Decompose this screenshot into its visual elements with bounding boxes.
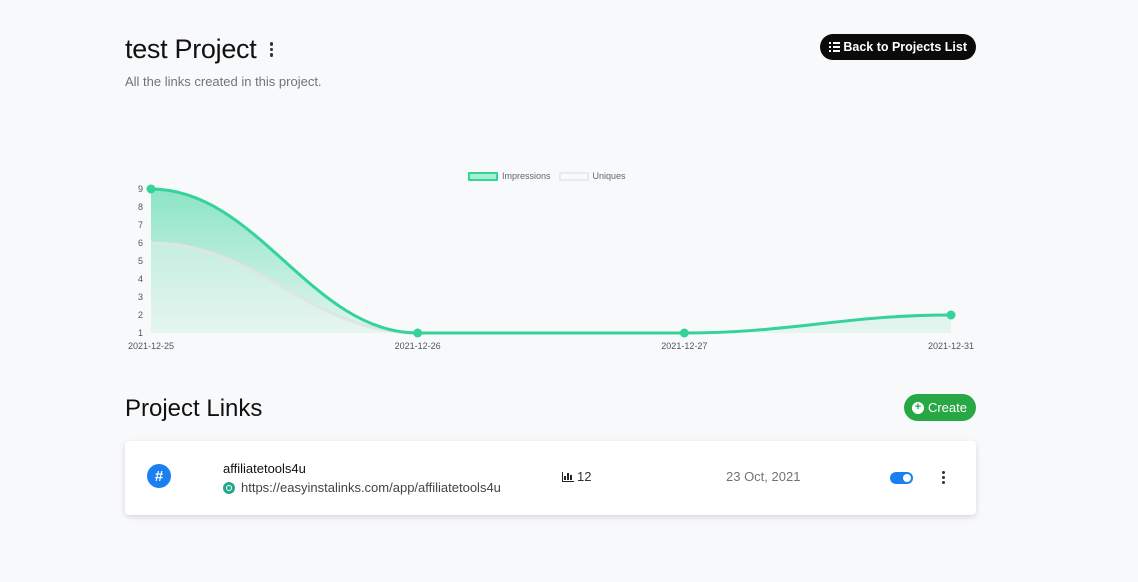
impressions-point <box>679 328 689 338</box>
back-to-projects-button[interactable]: Back to Projects List <box>820 34 976 60</box>
link-click-stats[interactable]: 12 <box>562 469 591 484</box>
x-tick-label: 2021-12-25 <box>128 341 174 351</box>
create-link-button[interactable]: + Create <box>903 394 976 421</box>
impressions-chart: 1 2 3 4 5 6 7 8 9 2021-12-25 2021-12-26 2021-12-27 2… <box>128 184 974 351</box>
project-menu-kebab-icon[interactable] <box>268 42 274 57</box>
project-links-title: Project Links <box>125 395 263 422</box>
link-enabled-toggle[interactable] <box>890 472 913 484</box>
page-header: test Project All the links created in th… <box>125 34 976 89</box>
x-tick-label: 2021-12-31 <box>928 341 974 351</box>
y-tick-label: 1 <box>138 328 143 338</box>
create-button-label: Create <box>927 400 967 415</box>
link-name[interactable]: affiliatetools4u <box>223 461 306 476</box>
y-tick-label: 5 <box>138 256 143 266</box>
y-tick-label: 2 <box>138 310 143 320</box>
link-menu-kebab-icon[interactable] <box>942 471 945 484</box>
click-count: 12 <box>577 469 592 484</box>
impressions-point <box>946 310 956 320</box>
page-subtitle: All the links created in this project. <box>125 74 322 89</box>
back-button-label: Back to Projects List <box>843 40 967 54</box>
y-tick-label: 3 <box>138 292 143 302</box>
impressions-point <box>146 184 156 194</box>
y-tick-label: 6 <box>138 238 143 248</box>
y-tick-label: 8 <box>138 202 143 212</box>
link-card[interactable]: # affiliatetools4u https://easyinstalink… <box>125 441 976 515</box>
page-title: test Project <box>125 34 257 64</box>
y-tick-label: 9 <box>138 184 143 194</box>
hash-icon: # <box>147 464 171 488</box>
link-url[interactable]: https://easyinstalinks.com/app/affiliate… <box>241 480 501 495</box>
x-tick-label: 2021-12-26 <box>395 341 441 351</box>
globe-icon <box>223 481 235 494</box>
impressions-point <box>413 328 423 338</box>
plus-circle-icon: + <box>911 401 924 414</box>
y-tick-label: 7 <box>138 220 143 230</box>
list-icon <box>829 42 840 52</box>
link-url-row: https://easyinstalinks.com/app/affiliate… <box>223 480 501 495</box>
bar-chart-icon <box>562 471 574 482</box>
x-tick-label: 2021-12-27 <box>661 341 707 351</box>
link-created-date: 23 Oct, 2021 <box>726 469 801 484</box>
y-tick-label: 4 <box>138 274 143 284</box>
